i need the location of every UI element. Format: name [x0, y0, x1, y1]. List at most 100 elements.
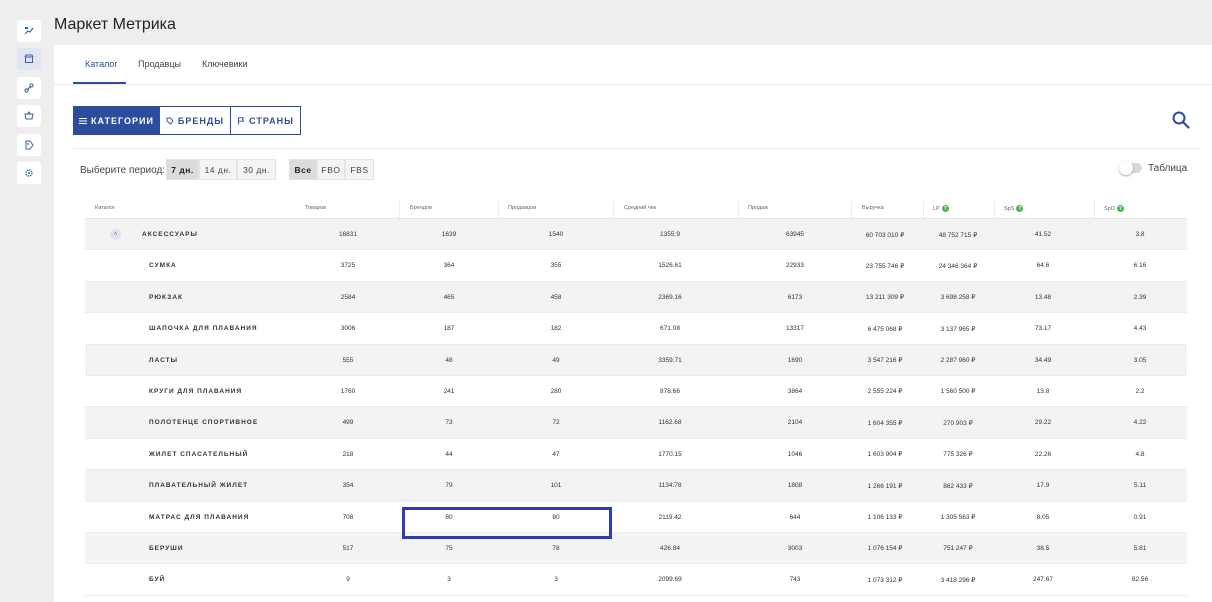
categories-label: КАТЕГОРИИ — [91, 115, 154, 126]
table-row[interactable]: КРУГИ ДЛЯ ПЛАВАНИЯ 1760 241 280 878.66 3864 2 … — [85, 376, 1187, 408]
table-row[interactable]: ПОЛОТЕНЦЕ СПОРТИВНОЕ 499 73 72 1162.68 2104 1 … — [85, 407, 1187, 439]
table-row[interactable]: ПЛАВАТЕЛЬНЫЙ ЖИЛЕТ 354 79 101 1134.78 1808 1 2… — [85, 470, 1187, 502]
tab-catalog[interactable]: Каталог — [85, 59, 118, 69]
col-revenue-label: Выручка — [862, 205, 884, 211]
table-row[interactable]: ЖИЛЕТ СПАСАТЕЛЬНЫЙ 218 44 47 1770.15 1046 1 60… — [85, 439, 1187, 471]
highlight-box — [402, 507, 612, 539]
main-panel: Каталог Продавцы Ключевики КАТЕГОРИИ БРЕ… — [54, 45, 1212, 602]
col-sellers[interactable]: Продавцов — [508, 205, 536, 211]
cell-sales: 1808 — [787, 482, 803, 490]
category-name[interactable]: ШАПОЧКА ДЛЯ ПЛАВАНИЯ — [149, 313, 258, 344]
category-name[interactable]: МАТРАС ДЛЯ ПЛАВАНИЯ — [149, 502, 249, 533]
category-name[interactable]: КРУГИ ДЛЯ ПЛАВАНИЯ — [149, 376, 242, 407]
collapse-icon[interactable]: ˄ — [110, 229, 121, 240]
table-row[interactable]: МАТРАС ДЛЯ ПЛАВАНИЯ 708 80 80 2119.42 644 1 10… — [85, 502, 1187, 533]
store-icon[interactable] — [17, 48, 41, 70]
cell-sellers: 182 — [550, 325, 562, 333]
col-brands[interactable]: Брендов — [410, 205, 432, 211]
col-products-label: Товаров — [305, 205, 326, 211]
category-name[interactable]: ПОЛОТЕНЦЕ СПОРТИВНОЕ — [149, 407, 258, 438]
col-products[interactable]: Товаров — [305, 205, 326, 211]
tab-keywords[interactable]: Ключевики — [202, 59, 248, 69]
cell-sellers: 1540 — [548, 231, 564, 238]
active-tab-indicator — [73, 82, 126, 84]
cell-sps: 8.05 — [1036, 513, 1050, 521]
table-row[interactable]: СУМКА 3725 364 355 1526.61 22933 23 755 746 ₽ 2… — [85, 250, 1187, 282]
cell-brands: 1639 — [441, 231, 457, 238]
table-row-parent[interactable]: ˄ АКСЕССУАРЫ 16831 1639 1540 1355.9 63945 60 70… — [85, 219, 1187, 251]
gear-icon[interactable] — [17, 162, 41, 184]
category-name[interactable]: ЛАСТЫ — [149, 345, 178, 376]
cell-products: 708 — [342, 513, 354, 521]
cell-sps: 64.6 — [1036, 262, 1050, 270]
cell-sales: 3864 — [787, 387, 803, 395]
cell-lp: 24 346 364 ₽ — [938, 262, 978, 270]
cell-sellers: 72 — [552, 419, 560, 427]
filter-all[interactable]: Все — [289, 159, 317, 180]
cell-brands: 48 — [445, 356, 453, 364]
table-toggle[interactable] — [1119, 161, 1142, 175]
cell-revenue: 23 755 746 ₽ — [865, 262, 905, 270]
search-icon[interactable] — [1172, 111, 1190, 129]
filter-fbs[interactable]: FBS — [345, 159, 374, 180]
table-row[interactable]: БУЙ 9 3 3 2099.69 743 1 073 312 ₽ 3 418 296 ₽ 24… — [85, 564, 1187, 596]
category-name[interactable]: АКСЕССУАРЫ — [142, 219, 198, 250]
categories-button[interactable]: КАТЕГОРИИ — [73, 106, 160, 135]
period-30-days[interactable]: 30 дн. — [237, 159, 276, 180]
cell-sps: 13.8 — [1036, 387, 1050, 395]
cell-sales: 63945 — [785, 231, 805, 238]
help-icon[interactable]: ? — [941, 205, 949, 212]
col-lp[interactable]: LP? — [933, 205, 949, 212]
col-sps[interactable]: SpS? — [1004, 205, 1024, 212]
cell-lp: 2 287 960 ₽ — [940, 357, 976, 365]
col-avg-check[interactable]: Средний чек — [624, 205, 656, 211]
cell-spo: 4.8 — [1135, 450, 1145, 458]
link-icon[interactable] — [17, 77, 41, 99]
catalog-table: Каталог Товаров Брендов Продавцов Средни… — [85, 199, 1187, 596]
period-14-days[interactable]: 14 дн. — [199, 159, 237, 180]
col-revenue[interactable]: Выручка — [862, 205, 884, 211]
category-name[interactable]: ПЛАВАТЕЛЬНЫЙ ЖИЛЕТ — [149, 470, 248, 501]
cell-revenue: 3 547 216 ₽ — [867, 357, 903, 365]
category-name[interactable]: БУЙ — [149, 564, 165, 595]
cell-products: 16831 — [338, 231, 358, 238]
cell-sales: 6173 — [787, 293, 803, 301]
cell-sellers: 355 — [550, 262, 562, 270]
col-spo[interactable]: SpO? — [1104, 205, 1125, 212]
help-icon[interactable]: ? — [1117, 205, 1125, 212]
cell-revenue: 6 475 068 ₽ — [867, 325, 903, 333]
basket-icon[interactable] — [17, 105, 41, 127]
tab-sellers[interactable]: Продавцы — [138, 59, 181, 69]
col-sales[interactable]: Продаж — [748, 205, 768, 211]
cell-brands: 187 — [443, 325, 455, 333]
category-name[interactable]: БЕРУШИ — [149, 533, 184, 564]
cell-revenue: 1 106 133 ₽ — [867, 514, 903, 522]
col-sps-label: SpS — [1004, 205, 1015, 212]
col-catalog[interactable]: Каталог — [95, 205, 115, 211]
cell-spo: 0.91 — [1133, 513, 1147, 521]
category-name[interactable]: РЮКЗАК — [149, 282, 183, 313]
graph-icon[interactable] — [17, 20, 41, 42]
category-name[interactable]: ЖИЛЕТ СПАСАТЕЛЬНЫЙ — [149, 439, 248, 470]
brands-label: БРЕНДЫ — [177, 115, 225, 126]
category-name[interactable]: СУМКА — [149, 250, 177, 281]
filter-fbo[interactable]: FBO — [317, 159, 345, 180]
page-title: Маркет Метрика — [54, 16, 176, 33]
table-row[interactable]: ШАПОЧКА ДЛЯ ПЛАВАНИЯ 3006 187 182 671.08 1331… — [85, 313, 1187, 345]
help-icon[interactable]: ? — [1016, 205, 1024, 212]
cell-lp: 270 903 ₽ — [943, 419, 973, 427]
period-7-days[interactable]: 7 дн. — [166, 159, 199, 180]
tag-icon[interactable] — [17, 134, 41, 156]
cell-lp: 3 137 965 ₽ — [940, 325, 976, 333]
cell-avg-check: 1162.68 — [658, 419, 682, 427]
column-separator — [498, 201, 499, 218]
countries-button[interactable]: СТРАНЫ — [230, 106, 301, 135]
table-row[interactable]: ЛАСТЫ 555 48 49 3359.71 1690 3 547 216 ₽ 2 287 … — [85, 344, 1187, 376]
cell-sps: 13.48 — [1034, 293, 1052, 301]
table-row[interactable]: РЮКЗАК 2584 465 458 2369.16 6173 13 211 309 ₽ 3… — [85, 281, 1187, 314]
cell-avg-check: 671.08 — [660, 325, 680, 333]
brands-button[interactable]: БРЕНДЫ — [159, 106, 231, 135]
table-row[interactable]: БЕРУШИ 517 75 78 426.84 3003 1 076 154 ₽751 24… — [85, 532, 1187, 565]
cell-sps: 22.26 — [1034, 450, 1052, 458]
cell-brands: 44 — [445, 450, 453, 458]
